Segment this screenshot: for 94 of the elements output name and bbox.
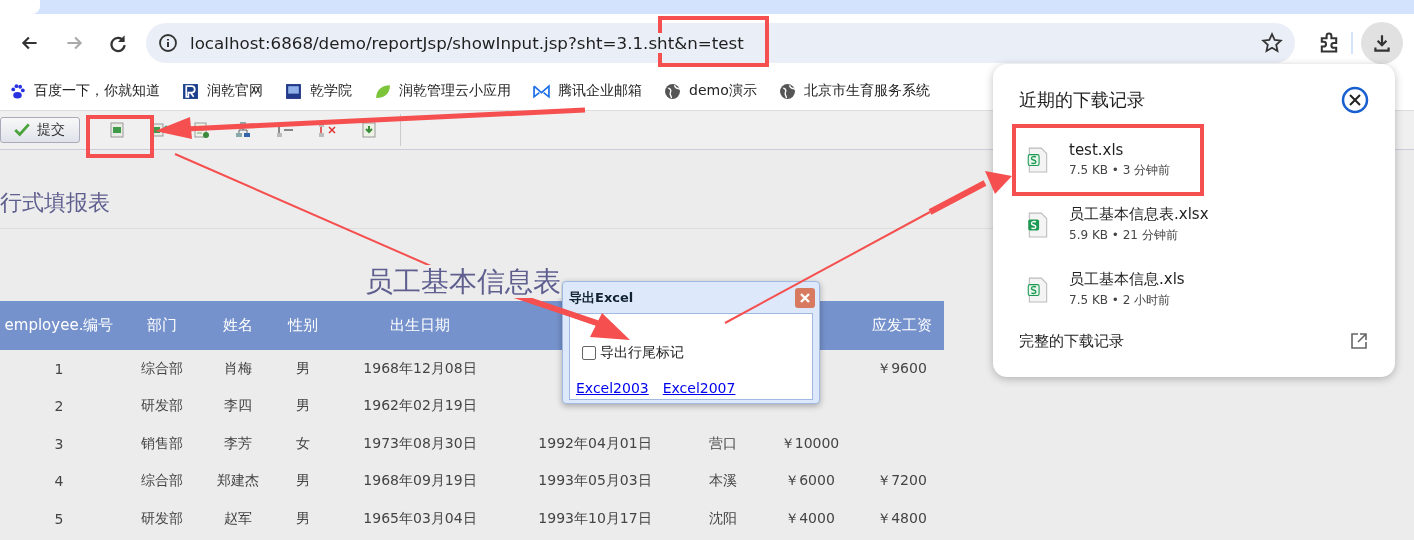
table-cell: 1993年10月17日	[538, 509, 652, 526]
table-cell: 研发部	[140, 509, 183, 526]
close-icon	[799, 291, 811, 304]
file-name: 员工基本信息.xls	[1069, 270, 1185, 289]
bookmark-label[interactable]: 北京市生育服务系统	[803, 82, 930, 100]
spreadsheet-file-icon	[1027, 211, 1049, 238]
table-cell: 销售部	[140, 434, 183, 451]
table-cell: 综合部	[140, 472, 183, 489]
checkbox[interactable]	[582, 346, 596, 360]
table-cell: 郑建杰	[216, 472, 259, 489]
table-cell: 1968年09月19日	[363, 472, 477, 489]
column-header: 性别	[287, 316, 318, 334]
bookmark-label[interactable]: 腾讯企业邮箱	[558, 82, 642, 100]
table-cell: 综合部	[140, 359, 183, 376]
download-item[interactable]: test.xls 7.5 KB • 3 分钟前	[1019, 132, 1175, 187]
spreadsheet-file-icon	[1027, 146, 1049, 173]
document-icon[interactable]	[192, 121, 210, 139]
download-item[interactable]: 员工基本信息表.xlsx 5.9 KB • 21 分钟前	[1019, 197, 1213, 252]
table-cell: 男	[295, 509, 310, 526]
table-cell: ￥4000	[785, 509, 835, 526]
table-cell: 1962年02月19日	[363, 397, 477, 414]
table-cell: 1993年05月03日	[538, 472, 652, 489]
export-link[interactable]: Excel2007	[662, 380, 736, 396]
full-history-link[interactable]: 完整的下载记录	[1019, 331, 1124, 351]
mail-icon[interactable]	[533, 82, 550, 100]
paw-icon[interactable]	[9, 82, 26, 100]
submit-button[interactable]: 提交	[0, 117, 80, 143]
table-cell: 1968年12月08日	[363, 359, 477, 376]
bookmark-label[interactable]: 润乾管理云小应用	[399, 82, 511, 100]
table-cell: ￥4800	[877, 509, 927, 526]
table-cell: 1965年03月04日	[363, 509, 477, 526]
table-cell: 男	[295, 397, 310, 414]
column-header: 出生日期	[390, 316, 450, 334]
logo[interactable]	[182, 82, 199, 100]
table-cell: 1992年04月01日	[538, 434, 652, 451]
dialog-title: 导出Excel	[569, 288, 634, 307]
column-header: 姓名	[222, 316, 253, 334]
table-cell: 女	[295, 434, 310, 451]
table-cell: 本溪	[708, 472, 737, 489]
panel-title: 近期的下载记录	[1019, 88, 1145, 112]
table-cell: 5	[54, 510, 64, 527]
bookmark-label[interactable]: 乾学院	[310, 82, 352, 100]
bookmark-label[interactable]: 润乾官网	[207, 82, 263, 100]
table-cell: 1	[54, 360, 64, 377]
table-cell: 肖梅	[223, 359, 252, 376]
globe-icon[interactable]	[664, 82, 681, 100]
export-link[interactable]: Excel2003	[576, 380, 649, 396]
table-cell: 沈阳	[708, 509, 737, 526]
table-cell: 男	[295, 472, 310, 489]
file-meta: 7.5 KB • 2 小时前	[1069, 292, 1172, 309]
url-text: localhost:6868/demo/reportJsp/showInput.jsp?sht=3.1.sht&n=test	[190, 33, 744, 53]
file-name: test.xls	[1069, 140, 1125, 159]
table-cell: 赵军	[223, 509, 252, 526]
table-cell: 2	[54, 398, 64, 415]
column-header: 部门	[146, 316, 177, 334]
bookmark-label[interactable]: 百度一下，你就知道	[34, 82, 160, 100]
table-cell: ￥7200	[877, 472, 927, 489]
close-icon[interactable]	[1341, 86, 1369, 114]
table-cell: 男	[295, 359, 310, 376]
table-cell: ￥10000	[780, 434, 840, 451]
monitor-icon[interactable]	[285, 82, 302, 100]
download-button[interactable]	[1361, 22, 1403, 64]
tree-icon[interactable]	[234, 121, 252, 139]
download-icon[interactable]	[360, 121, 378, 139]
column-header: employee.编号	[4, 316, 114, 334]
file-meta: 7.5 KB • 3 分钟前	[1069, 161, 1171, 179]
globe-icon[interactable]	[778, 82, 796, 100]
table-cell: 李四	[223, 397, 252, 414]
download-icon	[1371, 32, 1393, 54]
bookmark-label[interactable]: demo演示	[689, 82, 757, 100]
check-icon	[13, 121, 31, 139]
column-header: 应发工资	[872, 316, 932, 334]
star-icon[interactable]	[1261, 32, 1283, 54]
file-meta: 5.9 KB • 21 分钟前	[1069, 227, 1179, 244]
highlight-box	[86, 115, 154, 158]
spreadsheet-file-icon	[1027, 276, 1049, 303]
open-external-icon[interactable]	[1349, 331, 1369, 351]
address-bar[interactable]: localhost:6868/demo/reportJsp/showInput.jsp?sht=3.1.sht&n=test	[146, 23, 1295, 63]
reload-icon[interactable]	[107, 32, 129, 54]
table-cell: 3	[54, 435, 64, 452]
checkbox-label: 导出行尾标记	[600, 344, 684, 362]
table-cell: 营口	[708, 434, 737, 451]
table-cell: ￥6000	[785, 472, 835, 489]
table-cell: 1973年08月30日	[363, 434, 477, 451]
table-cell: 4	[54, 473, 64, 490]
info-icon[interactable]	[158, 33, 178, 53]
table-cell: 李芳	[223, 434, 252, 451]
close-button[interactable]	[795, 287, 815, 308]
download-item[interactable]: 员工基本信息.xls 7.5 KB • 2 小时前	[1019, 262, 1189, 317]
file-name: 员工基本信息表.xlsx	[1069, 205, 1209, 224]
report-title: 员工基本信息表	[365, 265, 561, 298]
table-cell: 研发部	[140, 397, 183, 414]
spreadsheet-icon[interactable]	[108, 121, 126, 139]
table-cell: ￥9600	[877, 359, 927, 376]
